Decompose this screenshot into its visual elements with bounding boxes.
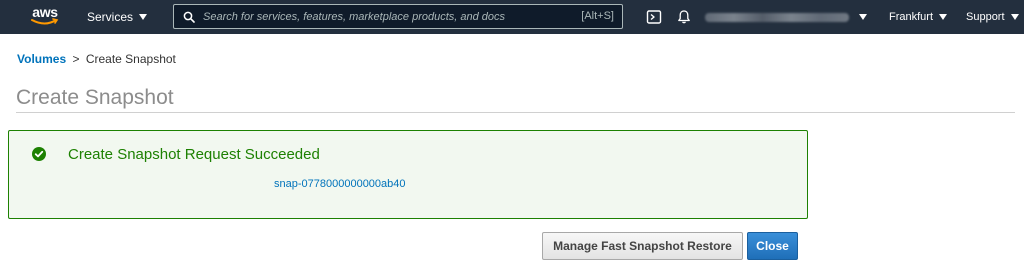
breadcrumb-volumes-link[interactable]: Volumes xyxy=(17,52,66,66)
success-title: Create Snapshot Request Succeeded xyxy=(68,146,320,163)
cloudshell-icon[interactable] xyxy=(646,9,662,25)
services-label: Services xyxy=(87,10,134,24)
caret-down-icon xyxy=(139,14,148,20)
support-label: Support xyxy=(966,11,1005,23)
support-menu[interactable]: Support xyxy=(966,0,1019,34)
bell-icon[interactable] xyxy=(676,9,692,25)
search-input[interactable] xyxy=(203,8,553,25)
search-shortcut-hint: [Alt+S] xyxy=(581,10,614,22)
close-button[interactable]: Close xyxy=(747,232,798,260)
caret-down-icon xyxy=(939,14,948,20)
breadcrumb-current: Create Snapshot xyxy=(85,52,176,66)
caret-down-icon xyxy=(859,14,867,20)
caret-down-icon xyxy=(1010,14,1019,20)
snapshot-id-link[interactable]: snap-0778000000000ab40 xyxy=(274,178,406,190)
breadcrumb-separator: > xyxy=(72,52,80,66)
success-check-icon xyxy=(32,147,46,161)
aws-logo-text: aws xyxy=(32,4,58,20)
account-menu[interactable] xyxy=(705,0,867,34)
global-search[interactable]: [Alt+S] xyxy=(173,4,623,29)
title-divider xyxy=(16,112,1015,113)
region-selector[interactable]: Frankfurt xyxy=(889,0,948,34)
breadcrumb: Volumes > Create Snapshot xyxy=(17,52,176,66)
aws-smile-icon xyxy=(31,18,59,25)
top-navigation: aws Services [Alt+S] Frankfurt Support xyxy=(0,0,1024,34)
search-icon xyxy=(183,11,195,23)
page-title: Create Snapshot xyxy=(16,86,174,109)
aws-logo[interactable]: aws xyxy=(28,5,62,29)
manage-fast-snapshot-restore-button[interactable]: Manage Fast Snapshot Restore xyxy=(542,232,743,260)
account-name-redacted xyxy=(705,12,849,22)
region-label: Frankfurt xyxy=(889,11,934,23)
success-panel: Create Snapshot Request Succeeded snap-0… xyxy=(8,130,808,219)
services-menu[interactable]: Services xyxy=(87,0,148,34)
